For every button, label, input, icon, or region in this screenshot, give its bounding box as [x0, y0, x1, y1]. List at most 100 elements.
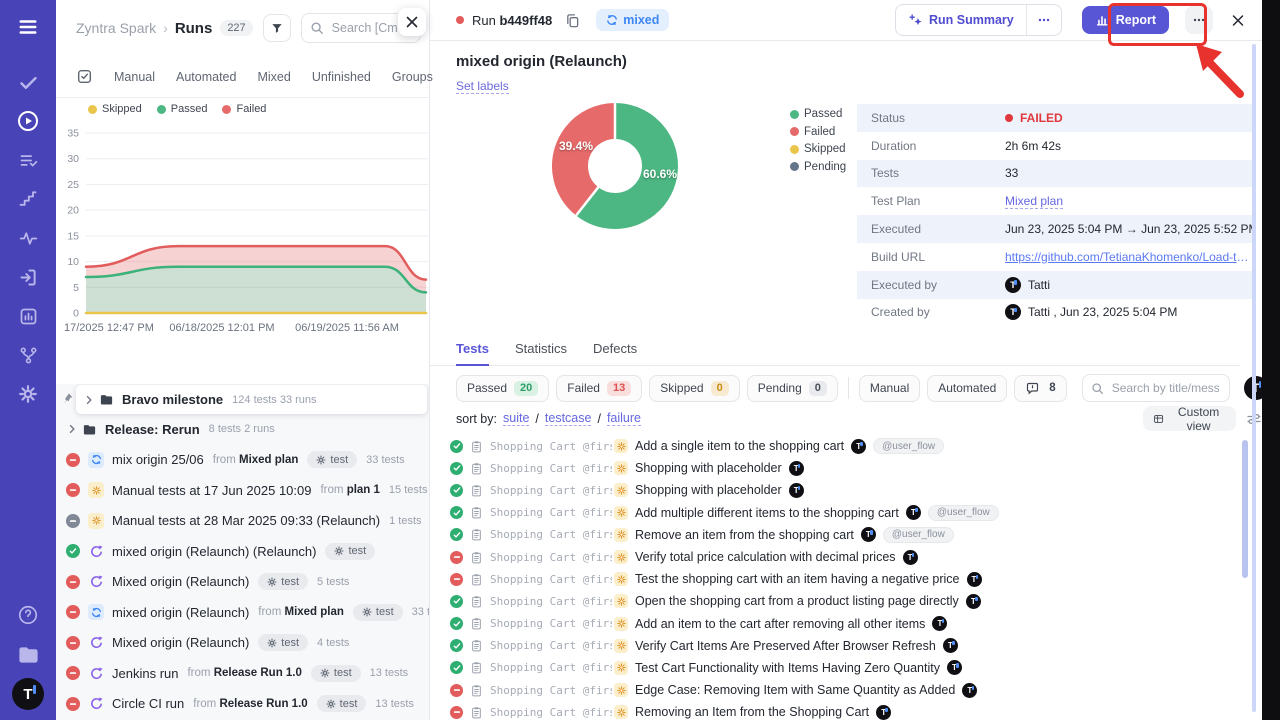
sidebar-item-requirements[interactable] [11, 262, 45, 292]
run-row[interactable]: Circle CI runfrom Release Run 1.0test13 … [56, 689, 429, 720]
sort-row: sort by: suite/testcase/failure [456, 411, 641, 426]
detail-row-test-plan: Test PlanMixed plan [857, 187, 1252, 215]
test-row[interactable]: Shopping Cart @firs…Verify total price c… [450, 546, 1234, 568]
test-row[interactable]: Shopping Cart @firs…Remove an item from … [450, 524, 1234, 546]
more-actions-button[interactable] [1185, 6, 1213, 34]
set-labels-link[interactable]: Set labels [456, 79, 509, 94]
test-row[interactable]: Shopping Cart @firs…Test the shopping ca… [450, 568, 1234, 590]
tests-search-input[interactable] [1110, 380, 1221, 396]
tab-defects[interactable]: Defects [593, 341, 637, 366]
build-url-link[interactable]: https://github.com/TetianaKhomenko/Load-… [1005, 250, 1252, 264]
test-filters-row: Passed20 Failed13 Skipped0 Pending0 Manual A… [456, 374, 1268, 402]
detail-value: Jun 23, 2025 5:04 PM → Jun 23, 2025 5:52… [1005, 222, 1252, 236]
run-row[interactable]: Mixed origin (Relaunch)test4 tests [56, 628, 429, 659]
test-title: Open the shopping cart from a product li… [635, 594, 959, 608]
comment-icon [1025, 381, 1040, 396]
runs-group-row[interactable]: Bravo milestone124 tests 33 runs [76, 385, 427, 414]
run-row[interactable]: Mixed origin (Relaunch)test5 tests [56, 567, 429, 598]
detail-close-button[interactable] [1226, 8, 1250, 32]
test-row[interactable]: Shopping Cart @firs…Shopping with placeh… [450, 457, 1234, 479]
run-row[interactable]: mixed origin (Relaunch)from Mixed plante… [56, 597, 429, 628]
test-row[interactable]: Shopping Cart @firs…Add multiple differe… [450, 502, 1234, 524]
detail-label: Executed [857, 222, 1005, 236]
filter-label: Automated [938, 381, 996, 395]
filter-passed[interactable]: Passed20 [456, 375, 549, 402]
sidebar-item-reports[interactable] [11, 301, 45, 331]
custom-view-button[interactable]: Custom view [1143, 406, 1236, 431]
run-summary-more-button[interactable] [1026, 5, 1061, 35]
run-row[interactable]: Manual tests at 28 Mar 2025 09:33 (Relau… [56, 506, 429, 537]
user-avatar[interactable]: T [12, 678, 44, 710]
filter-manual[interactable]: Manual [859, 375, 920, 402]
select-all-icon[interactable] [76, 68, 93, 85]
close-icon [1232, 14, 1244, 27]
filter-label: Skipped [660, 381, 703, 395]
runs-tab-unfinished[interactable]: Unfinished [312, 70, 371, 84]
projects-icon[interactable] [11, 639, 45, 669]
run-row[interactable]: Manual tests at 17 Jun 2025 10:09from pl… [56, 475, 429, 506]
test-row[interactable]: Shopping Cart @firs…Add an item to the c… [450, 613, 1234, 635]
report-button[interactable]: Report [1082, 6, 1169, 34]
sidebar-item-settings[interactable] [11, 379, 45, 409]
run-from-plan: from Mixed plan [213, 454, 299, 466]
run-summary-button[interactable]: Run Summary [896, 5, 1026, 35]
test-suite-label: Shopping Cart @firs… [490, 706, 612, 719]
assignee-avatar: T [851, 439, 866, 454]
tab-statistics[interactable]: Statistics [515, 341, 567, 366]
filter-automated[interactable]: Automated [927, 375, 1007, 402]
run-from-plan: from Release Run 1.0 [187, 667, 301, 679]
tests-search[interactable] [1082, 374, 1230, 402]
sidebar-item-test-plans[interactable] [11, 145, 45, 175]
runs-tab-mixed[interactable]: Mixed [257, 70, 290, 84]
test-row[interactable]: Shopping Cart @firs…Open the shopping ca… [450, 590, 1234, 612]
runs-tab-automated[interactable]: Automated [176, 70, 236, 84]
sidebar-item-runs[interactable] [11, 106, 45, 136]
tab-tests[interactable]: Tests [456, 341, 489, 366]
view-controls: Custom view [1143, 406, 1262, 431]
run-row[interactable]: mixed origin (Relaunch) (Relaunch)test [56, 536, 429, 567]
sort-by-suite[interactable]: suite [503, 411, 529, 426]
panel-close-button[interactable] [398, 8, 426, 36]
expand-chevron-icon[interactable] [66, 423, 78, 435]
assignee-avatar: T [903, 550, 918, 565]
run-row[interactable]: Jenkins runfrom Release Run 1.0test13 te… [56, 658, 429, 689]
test-suite-label: Shopping Cart @firs… [490, 462, 612, 475]
test-row[interactable]: Shopping Cart @firs…Verify Cart Items Ar… [450, 635, 1234, 657]
test-row[interactable]: Shopping Cart @firs…Shopping with placeh… [450, 479, 1234, 501]
testcase-icon [470, 484, 483, 497]
run-row[interactable]: mix origin 25/06from Mixed plantest33 te… [56, 445, 429, 476]
runs-tab-groups[interactable]: Groups [392, 70, 433, 84]
sidebar-item-integrations[interactable] [11, 340, 45, 370]
copy-run-id-button[interactable] [563, 11, 582, 30]
filter-button[interactable] [263, 14, 291, 42]
help-icon[interactable] [11, 600, 45, 630]
test-plan-link[interactable]: Mixed plan [1005, 194, 1063, 209]
panel-scrollbar[interactable] [1252, 44, 1256, 712]
breadcrumb-app[interactable]: Zyntra Spark [76, 20, 156, 36]
sidebar-item-defects[interactable] [11, 223, 45, 253]
sidebar-item-milestones[interactable] [11, 184, 45, 214]
filter-skipped[interactable]: Skipped0 [649, 375, 740, 402]
run-status-dot [456, 16, 464, 24]
menu-icon[interactable] [11, 12, 45, 42]
sidebar-item-tests[interactable] [11, 67, 45, 97]
relaunch-run-icon [89, 635, 104, 650]
runs-tab-manual[interactable]: Manual [114, 70, 155, 84]
run-type-mixed-icon [88, 604, 104, 620]
test-row[interactable]: Shopping Cart @firs…Removing an Item fro… [450, 701, 1234, 720]
expand-chevron-icon[interactable] [83, 394, 95, 406]
test-row[interactable]: Shopping Cart @firs…Add a single item to… [450, 435, 1234, 457]
search-icon [310, 21, 324, 35]
sort-by-failure[interactable]: failure [607, 411, 641, 426]
sort-by-testcase[interactable]: testcase [545, 411, 592, 426]
filter-pending[interactable]: Pending0 [747, 375, 838, 402]
test-badge: test [311, 665, 361, 682]
assignee-avatar: T [943, 638, 958, 653]
test-row[interactable]: Shopping Cart @firs…Edge Case: Removing … [450, 679, 1234, 701]
svg-text:5: 5 [73, 282, 79, 294]
test-row[interactable]: Shopping Cart @firs…Test Cart Functional… [450, 657, 1234, 679]
runs-group-row[interactable]: Release: Rerun8 tests 2 runs [56, 414, 429, 445]
filter-failed[interactable]: Failed13 [556, 375, 642, 402]
comments-filter-button[interactable]: 8 [1014, 375, 1066, 402]
tests-scrollbar[interactable] [1242, 440, 1248, 578]
